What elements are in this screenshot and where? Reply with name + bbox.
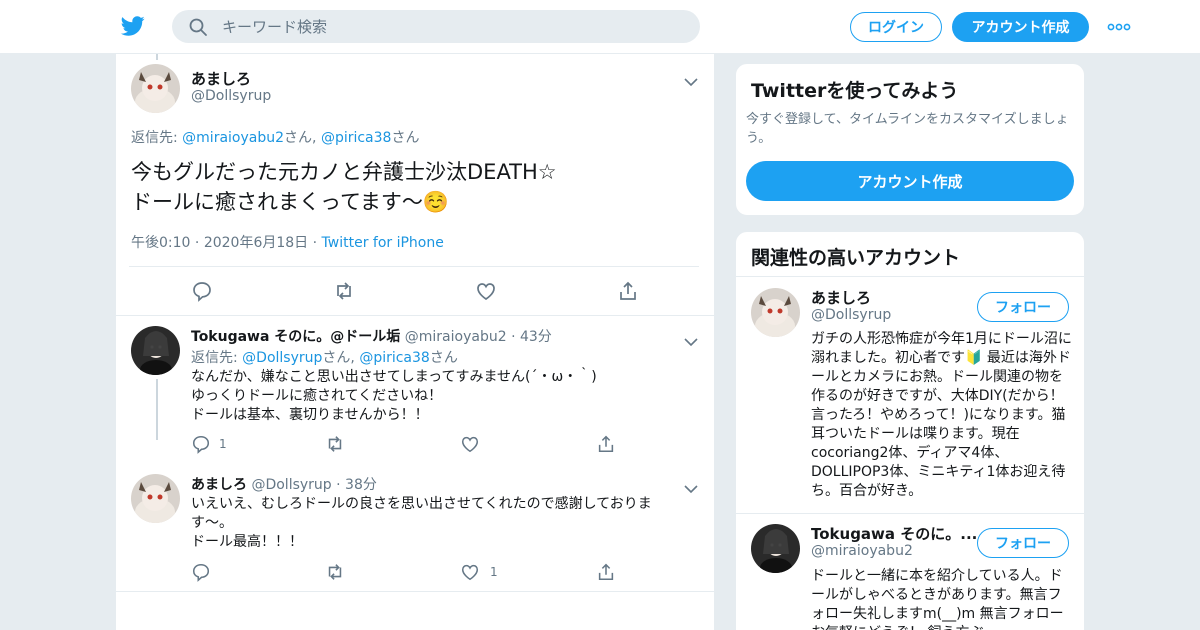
reply-header: Tokugawa そのに。@ドール垢 @miraioyabu2 · 43分 [191, 329, 552, 345]
avatar[interactable] [131, 64, 180, 113]
account-name[interactable]: あましろ [811, 287, 871, 308]
search-input[interactable] [222, 10, 682, 43]
tweet-time[interactable]: 午後0:10 [131, 235, 190, 251]
account-bio: ドールと一緒に本を紹介している人。ドールがしゃべるときがあります。無言フォロー失… [811, 568, 1064, 630]
reply-prefix: 返信先: [131, 130, 183, 146]
tweet-text: 今もグルだった元カノと弁護士沙汰DEATH☆ ドールに癒されまくってます〜☺️ [131, 157, 557, 217]
signup-button[interactable]: アカウント作成 [952, 12, 1089, 42]
divider [129, 266, 699, 267]
divider [116, 591, 714, 592]
account-bio: ガチの人形恐怖症が今年1月にドール沼に溺れました。初心者です🔰 最近は海外ドール… [811, 331, 1072, 499]
more-dots-icon[interactable] [1107, 17, 1131, 37]
share-icon[interactable] [596, 434, 616, 454]
tweet-text-line: 今もグルだった元カノと弁護士沙汰DEATH☆ [131, 160, 557, 184]
thread-line [156, 379, 158, 440]
like-icon[interactable] [460, 434, 480, 454]
reply-count: 1 [219, 437, 227, 451]
signup-card: Twitterを使ってみよう 今すぐ登録して、タイムラインをカスタマイズしましょ… [735, 63, 1085, 216]
reply-icon[interactable] [191, 280, 213, 302]
reply-mention-link[interactable]: @Dollsyrup [242, 350, 322, 366]
signup-button[interactable]: アカウント作成 [746, 161, 1074, 201]
retweet-icon[interactable] [333, 280, 355, 302]
search-box[interactable] [172, 10, 700, 43]
related-accounts-card: 関連性の高いアカウント あましろ @Dollsyrup フォロー ガチの人形恐怖… [735, 231, 1085, 630]
reply-time[interactable]: 38分 [345, 477, 377, 493]
reply-author-name[interactable]: あましろ [191, 477, 247, 493]
avatar[interactable] [751, 524, 800, 573]
search-icon [188, 17, 208, 37]
chevron-down-icon[interactable] [684, 479, 698, 494]
like-icon[interactable] [475, 280, 497, 302]
account-handle[interactable]: @miraioyabu2 [811, 543, 913, 559]
like-icon[interactable] [460, 562, 480, 582]
card-title: Twitterを使ってみよう [751, 80, 959, 102]
reply-author-handle[interactable]: @miraioyabu2 [405, 329, 507, 345]
reply-suffix: さん [429, 350, 458, 366]
tweet-source[interactable]: Twitter for iPhone [322, 235, 444, 251]
top-bar: ログイン アカウント作成 [0, 0, 1200, 54]
chevron-down-icon[interactable] [684, 332, 698, 347]
reply-suffix: さん, [284, 130, 321, 146]
share-icon[interactable] [617, 280, 639, 302]
reply-author-handle[interactable]: @Dollsyrup [251, 477, 331, 493]
share-icon[interactable] [596, 562, 616, 582]
tweet-author-handle[interactable]: @Dollsyrup [191, 88, 271, 104]
reply-text: いえいえ、むしろドールの良さを思い出させてくれたので感謝しております〜。 ドール… [191, 496, 652, 550]
reply-time[interactable]: 43分 [520, 329, 552, 345]
reply-mention-link[interactable]: @miraioyabu2 [182, 130, 284, 146]
login-button[interactable]: ログイン [850, 12, 942, 42]
tweet-text-line: ドールに癒されまくってます〜☺️ [131, 190, 450, 214]
reply-mention-link[interactable]: @pirica38 [359, 350, 430, 366]
follow-button[interactable]: フォロー [977, 292, 1069, 322]
tweet-date[interactable]: 2020年6月18日 [204, 235, 308, 251]
tweet-author-name[interactable]: あましろ [191, 68, 251, 89]
reply-context: 返信先: @miraioyabu2さん, @pirica38さん [131, 127, 419, 147]
reply-context: 返信先: @Dollsyrupさん, @pirica38さん [191, 347, 458, 367]
reply-mention-link[interactable]: @pirica38 [321, 130, 392, 146]
thread-line [156, 54, 158, 60]
avatar[interactable] [751, 288, 800, 337]
account-handle[interactable]: @Dollsyrup [811, 307, 891, 323]
reply-author-name[interactable]: Tokugawa そのに。@ドール垢 [191, 329, 400, 345]
like-count: 1 [490, 565, 498, 579]
reply-suffix: さん, [322, 350, 360, 366]
retweet-icon[interactable] [325, 434, 345, 454]
card-title: 関連性の高いアカウント [751, 247, 961, 269]
follow-button[interactable]: フォロー [977, 528, 1069, 558]
retweet-icon[interactable] [325, 562, 345, 582]
twitter-bird-icon[interactable] [120, 14, 146, 38]
reply-icon[interactable] [191, 434, 211, 454]
card-subtitle: 今すぐ登録して、タイムラインをカスタマイズしましょう。 [746, 112, 1069, 146]
tweet-meta: 午後0:10 · 2020年6月18日 · Twitter for iPhone [131, 235, 444, 251]
reply-icon[interactable] [191, 562, 211, 582]
reply-header: あましろ @Dollsyrup · 38分 [191, 477, 377, 493]
reply-suffix: さん [391, 130, 420, 146]
avatar[interactable] [131, 326, 180, 375]
chevron-down-icon[interactable] [684, 72, 698, 87]
reply-text: なんだか、嫌なこと思い出させてしまってすみません(´・ω・｀) ゆっくりドールに… [191, 369, 597, 423]
reply-prefix: 返信先: [191, 350, 243, 366]
divider [736, 513, 1084, 514]
account-name[interactable]: Tokugawa そのに。... [811, 523, 977, 544]
tweet-column: あましろ @Dollsyrup 返信先: @miraioyabu2さん, @pi… [115, 54, 715, 630]
divider [736, 276, 1084, 277]
avatar[interactable] [131, 474, 180, 523]
divider [116, 315, 714, 316]
